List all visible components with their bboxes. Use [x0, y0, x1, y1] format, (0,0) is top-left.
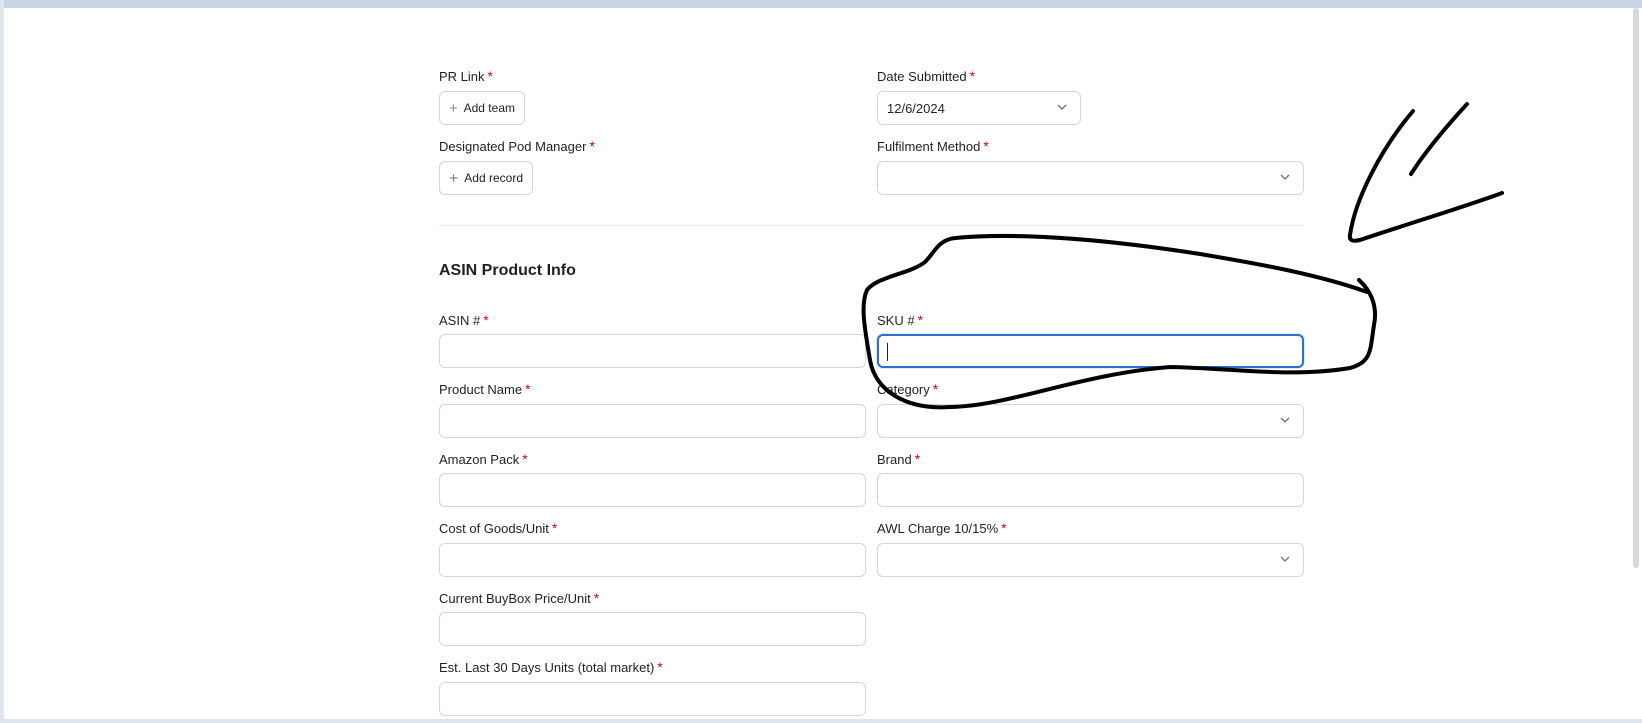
- chevron-down-icon: [1280, 174, 1290, 180]
- pr-link-label: PR Link *: [439, 68, 493, 84]
- fulfilment-method-select[interactable]: [877, 161, 1304, 195]
- cost-of-goods-label: Cost of Goods/Unit *: [439, 520, 558, 536]
- amazon-pack-input[interactable]: [439, 473, 866, 507]
- scrollbar-thumb[interactable]: [1633, 8, 1639, 568]
- add-record-label: Add record: [464, 171, 523, 185]
- plus-icon: [449, 174, 458, 182]
- awl-charge-select[interactable]: [877, 543, 1304, 577]
- annotation-arrow-head: [1409, 102, 1469, 176]
- window-top-border: [0, 0, 1642, 8]
- required-marker: *: [483, 312, 489, 328]
- chevron-down-icon: [1280, 417, 1290, 423]
- required-marker: *: [914, 451, 921, 467]
- est-units-label: Est. Last 30 Days Units (total market) *: [439, 659, 663, 675]
- category-select[interactable]: [877, 404, 1304, 438]
- add-team-button[interactable]: Add team: [439, 91, 525, 125]
- pod-manager-label: Designated Pod Manager *: [439, 138, 595, 154]
- required-marker: *: [657, 659, 663, 675]
- asin-input[interactable]: [439, 334, 866, 368]
- required-marker: *: [487, 68, 493, 84]
- required-marker: *: [969, 68, 976, 84]
- asin-label: ASIN # *: [439, 312, 489, 328]
- buybox-price-label: Current BuyBox Price/Unit *: [439, 590, 600, 606]
- est-units-input[interactable]: [439, 682, 866, 716]
- sku-label: SKU # *: [877, 312, 924, 328]
- add-record-button[interactable]: Add record: [439, 161, 533, 195]
- required-marker: *: [917, 312, 924, 328]
- plus-icon: [449, 104, 457, 112]
- required-marker: *: [525, 381, 531, 397]
- annotation-loop: [861, 234, 1377, 410]
- awl-charge-label: AWL Charge 10/15% *: [877, 520, 1007, 536]
- date-submitted-label: Date Submitted *: [877, 68, 976, 84]
- brand-input[interactable]: [877, 473, 1304, 507]
- date-submitted-value: 12/6/2024: [887, 101, 945, 116]
- product-name-label: Product Name *: [439, 381, 531, 397]
- required-marker: *: [589, 138, 595, 154]
- cost-of-goods-input[interactable]: [439, 543, 866, 577]
- buybox-price-input[interactable]: [439, 612, 866, 646]
- window-bottom-border: [0, 719, 1642, 723]
- category-label: Category *: [877, 381, 939, 397]
- window-left-border: [0, 0, 4, 723]
- chevron-down-icon: [1057, 104, 1067, 110]
- date-submitted-select[interactable]: 12/6/2024: [877, 91, 1081, 125]
- brand-label: Brand *: [877, 451, 921, 467]
- required-marker: *: [522, 451, 528, 467]
- required-marker: *: [932, 381, 939, 397]
- add-team-label: Add team: [463, 101, 515, 115]
- annotation-arrow-stroke: [1347, 109, 1504, 243]
- chevron-down-icon: [1280, 556, 1290, 562]
- text-caret: [887, 343, 888, 361]
- product-name-input[interactable]: [439, 404, 866, 438]
- section-divider: [439, 225, 1304, 226]
- section-title: ASIN Product Info: [439, 262, 576, 279]
- required-marker: *: [1001, 520, 1007, 536]
- fulfilment-method-label: Fulfilment Method *: [877, 138, 989, 154]
- required-marker: *: [983, 138, 989, 154]
- required-marker: *: [593, 590, 600, 606]
- amazon-pack-label: Amazon Pack *: [439, 451, 528, 467]
- required-marker: *: [551, 520, 558, 536]
- sku-input[interactable]: [877, 334, 1304, 368]
